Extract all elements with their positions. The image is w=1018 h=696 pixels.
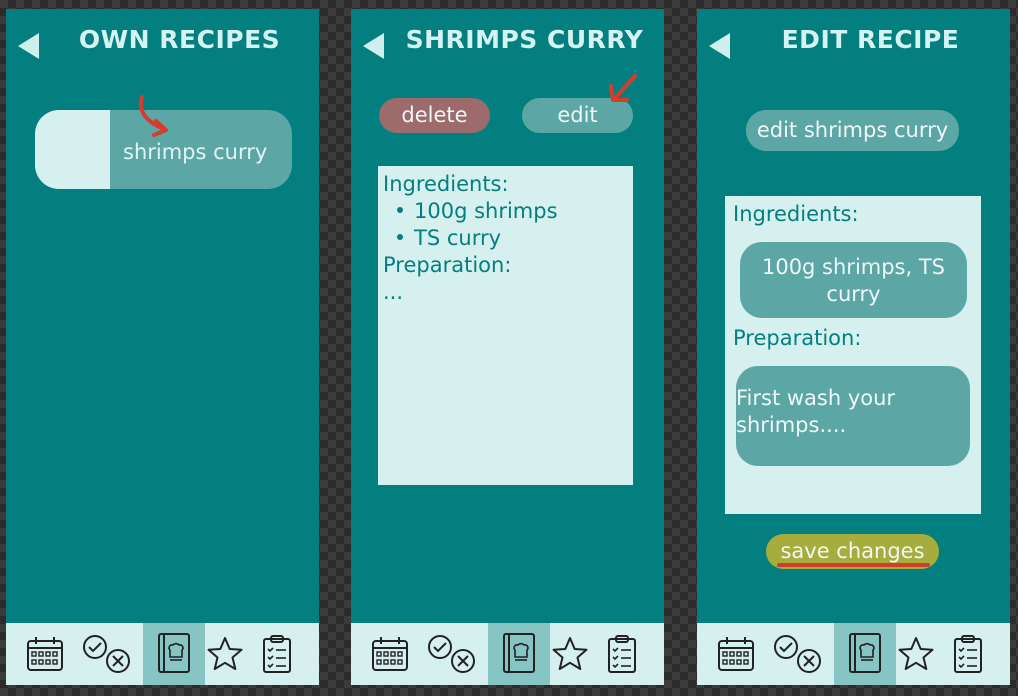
clipboard-icon xyxy=(263,635,291,673)
ingredient-item: 100g shrimps xyxy=(383,198,558,225)
nav-check-cross[interactable] xyxy=(767,623,829,685)
cookbook-icon xyxy=(158,633,190,673)
cookbook-icon xyxy=(849,633,881,673)
nav-list[interactable] xyxy=(937,623,999,685)
bottom-nav xyxy=(697,623,1010,685)
clipboard-icon xyxy=(954,635,982,673)
red-annotation-arrow-icon xyxy=(138,95,168,137)
calendar-icon xyxy=(372,637,408,671)
nav-list[interactable] xyxy=(246,623,308,685)
star-icon xyxy=(552,637,588,670)
ingredient-item: TS curry xyxy=(383,225,501,252)
star-icon xyxy=(207,637,243,670)
delete-button[interactable]: delete xyxy=(379,98,490,133)
page-title: OWN RECIPES xyxy=(78,25,281,54)
edit-form-panel: Ingredients: 100g shrimps, TS curry Prep… xyxy=(725,196,981,514)
red-annotation-underline xyxy=(777,563,930,567)
star-icon xyxy=(898,637,934,670)
preparation-input[interactable]: First wash your shrimps.... xyxy=(736,366,970,466)
check-cross-icon xyxy=(83,635,130,673)
recipe-details-panel: Ingredients: 100g shrimps TS curry Prepa… xyxy=(378,166,633,485)
check-cross-icon xyxy=(774,635,821,673)
edit-name-field[interactable]: edit shrimps curry xyxy=(746,110,959,151)
ingredients-input[interactable]: 100g shrimps, TS curry xyxy=(740,242,967,318)
back-arrow-icon[interactable] xyxy=(709,33,730,59)
back-arrow-icon[interactable] xyxy=(363,33,384,59)
nav-list[interactable] xyxy=(591,623,653,685)
back-arrow-icon[interactable] xyxy=(18,33,39,59)
calendar-icon xyxy=(718,637,754,671)
calendar-icon xyxy=(27,637,63,671)
ingredients-heading: Ingredients: xyxy=(733,202,859,226)
nav-calendar[interactable] xyxy=(359,623,421,685)
nav-calendar[interactable] xyxy=(14,623,76,685)
nav-calendar[interactable] xyxy=(705,623,767,685)
recipe-name: shrimps curry xyxy=(123,140,268,164)
preparation-heading: Preparation: xyxy=(383,253,512,277)
recipe-thumbnail xyxy=(35,110,110,189)
ingredients-heading: Ingredients: xyxy=(383,172,509,196)
page-title: EDIT RECIPE xyxy=(781,25,960,54)
nav-check-cross[interactable] xyxy=(421,623,483,685)
nav-check-cross[interactable] xyxy=(76,623,138,685)
bullet-icon xyxy=(397,234,403,240)
preparation-heading: Preparation: xyxy=(733,326,862,350)
own-recipes-screen: OWN RECIPES shrimps curry xyxy=(6,9,319,685)
check-cross-icon xyxy=(428,635,475,673)
preparation-text: ... xyxy=(383,280,404,304)
edit-recipe-screen: EDIT RECIPE edit shrimps curry Ingredien… xyxy=(697,9,1010,685)
red-annotation-arrow-icon xyxy=(609,74,637,102)
bottom-nav xyxy=(6,623,319,685)
bullet-icon xyxy=(397,207,403,213)
recipe-detail-screen: SHRIMPS CURRY delete edit Ingredients: 1… xyxy=(351,9,664,685)
cookbook-icon xyxy=(503,633,535,673)
page-title: SHRIMPS CURRY xyxy=(405,25,644,54)
clipboard-icon xyxy=(608,635,636,673)
bottom-nav xyxy=(351,623,664,685)
